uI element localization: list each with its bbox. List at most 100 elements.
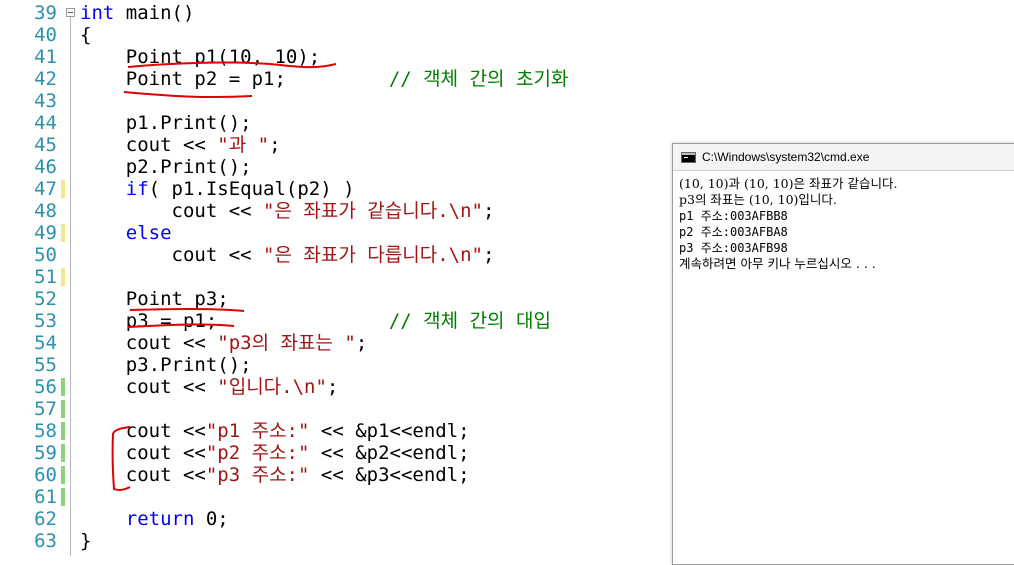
- line-number: 59: [34, 442, 57, 464]
- line-code: return 0;: [80, 508, 229, 530]
- line-code: cout << "p3의 좌표는 ";: [80, 332, 368, 354]
- code-token: ;: [482, 244, 495, 266]
- line-code: p2.Print();: [80, 156, 252, 178]
- code-token: p3 = p1;: [80, 310, 389, 332]
- line-number: 50: [34, 244, 57, 266]
- line-number: 46: [34, 156, 57, 178]
- line-code: if( p1.IsEqual(p2) ): [80, 178, 355, 200]
- line-number: 58: [34, 420, 57, 442]
- console-line: p2 주소:003AFBA8: [679, 225, 788, 239]
- keyword-token: int: [80, 2, 115, 24]
- code-token: cout <<: [80, 332, 218, 354]
- code-token: main(): [114, 2, 195, 24]
- console-window[interactable]: C:\Windows\system32\cmd.exe (10, 10)과 (1…: [672, 143, 1014, 565]
- line-number: 45: [34, 134, 57, 156]
- code-token: Point p3;: [80, 288, 229, 310]
- saved-change-marker: [61, 378, 65, 396]
- line-number: 49: [34, 222, 57, 244]
- console-icon: [681, 152, 696, 163]
- keyword-token: else: [125, 222, 172, 244]
- code-token: ;: [326, 376, 339, 398]
- code-token: Point p2 = p1;: [80, 68, 389, 90]
- line-code: {: [80, 24, 91, 46]
- line-code: cout << "은 좌표가 같습니다.\n";: [80, 200, 495, 222]
- console-line: 계속하려면 아무 키나 누르십시오 . . .: [679, 256, 876, 271]
- line-code: cout <<"p3 주소:" << &p3<<endl;: [80, 464, 470, 486]
- line-number: 51: [34, 266, 57, 288]
- line-number: 54: [34, 332, 57, 354]
- console-line: p3의 좌표는 (10, 10)입니다.: [679, 192, 837, 207]
- code-token: ;: [355, 332, 368, 354]
- saved-change-marker: [61, 466, 65, 484]
- code-token: p3.Print();: [80, 354, 252, 376]
- code-token: cout <<: [80, 442, 206, 464]
- collapse-toggle-icon[interactable]: [66, 8, 75, 17]
- string-token: "과 ": [217, 134, 270, 156]
- code-token: cout <<: [80, 134, 218, 156]
- line-number: 52: [34, 288, 57, 310]
- line-number: 53: [34, 310, 57, 332]
- line-code: cout << "입니다.\n";: [80, 376, 339, 398]
- code-token: ;: [482, 200, 495, 222]
- line-code: cout <<"p2 주소:" << &p2<<endl;: [80, 442, 470, 464]
- line-code: }: [80, 530, 91, 552]
- unsaved-change-marker: [61, 268, 65, 286]
- line-number: 43: [34, 90, 57, 112]
- line-code: cout << "과 ";: [80, 134, 281, 156]
- code-token: }: [80, 530, 92, 552]
- comment-token: // 객체 간의 대입: [388, 310, 551, 332]
- string-token: "p2 주소:": [205, 442, 310, 464]
- line-number: 44: [34, 112, 57, 134]
- line-code: cout <<"p1 주소:" << &p1<<endl;: [80, 420, 470, 442]
- line-code: Point p2 = p1; // 객체 간의 초기화: [80, 68, 569, 90]
- console-title: C:\Windows\system32\cmd.exe: [702, 150, 870, 164]
- saved-change-marker: [61, 422, 65, 440]
- code-token: cout <<: [80, 376, 218, 398]
- line-number: 48: [34, 200, 57, 222]
- unsaved-change-marker: [61, 224, 65, 242]
- string-token: "은 좌표가 같습니다.\n": [263, 200, 483, 222]
- string-token: "p1 주소:": [205, 420, 310, 442]
- line-number: 47: [34, 178, 57, 200]
- fold-guide: [70, 16, 71, 556]
- line-number: 56: [34, 376, 57, 398]
- saved-change-marker: [61, 488, 65, 506]
- console-output: (10, 10)과 (10, 10)은 좌표가 같습니다. p3의 좌표는 (1…: [679, 176, 897, 272]
- code-token: << &p3<<endl;: [309, 464, 470, 486]
- saved-change-marker: [61, 400, 65, 418]
- code-token: ;: [269, 134, 281, 156]
- line-code: p3 = p1; // 객체 간의 대입: [80, 310, 551, 332]
- string-token: "p3 주소:": [205, 464, 310, 486]
- code-token: 0;: [194, 508, 229, 530]
- code-token: << &p1<<endl;: [309, 420, 470, 442]
- string-token: "은 좌표가 다릅니다.\n": [263, 244, 483, 266]
- code-token: << &p2<<endl;: [309, 442, 470, 464]
- keyword-token: return: [125, 508, 195, 530]
- string-token: "입니다.\n": [217, 376, 327, 398]
- line-code: Point p1(10, 10);: [80, 46, 320, 68]
- line-number: 42: [34, 68, 57, 90]
- code-token: cout <<: [80, 420, 206, 442]
- string-token: "p3의 좌표는 ": [217, 332, 356, 354]
- code-token: p2.Print();: [80, 156, 252, 178]
- line-number: 60: [34, 464, 57, 486]
- saved-change-marker: [61, 444, 65, 462]
- code-token: cout <<: [80, 244, 264, 266]
- line-code: p3.Print();: [80, 354, 252, 376]
- code-token: cout <<: [80, 464, 206, 486]
- console-title-bar[interactable]: C:\Windows\system32\cmd.exe: [673, 144, 1014, 171]
- unsaved-change-marker: [61, 180, 65, 198]
- line-code: int main(): [80, 2, 194, 24]
- line-number: 62: [34, 508, 57, 530]
- line-number: 41: [34, 46, 57, 68]
- underline-point-p2: [123, 91, 253, 99]
- console-line: (10, 10)과 (10, 10)은 좌표가 같습니다.: [679, 176, 898, 191]
- line-code: Point p3;: [80, 288, 229, 310]
- line-number: 39: [34, 2, 57, 24]
- line-number: 61: [34, 486, 57, 508]
- line-number: 55: [34, 354, 57, 376]
- code-token: p1.Print();: [80, 112, 252, 134]
